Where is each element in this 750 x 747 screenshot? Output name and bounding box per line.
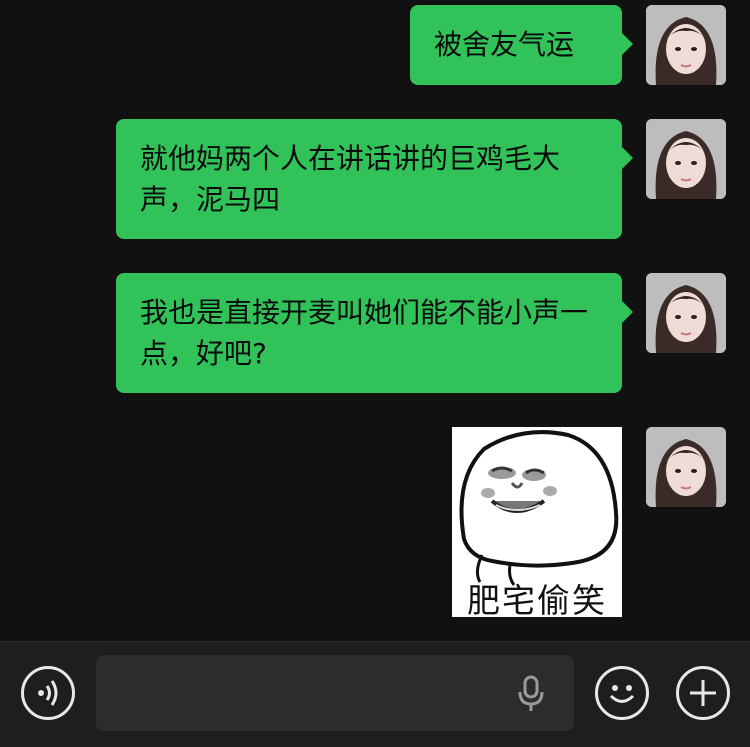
message-row: 肥宅偷笑 — [0, 427, 750, 617]
message-text: 我也是直接开麦叫她们能不能小声一点，好吧? — [140, 296, 589, 370]
message-row: 被舍友气运 — [0, 5, 750, 85]
message-text: 就他妈两个人在讲话讲的巨鸡毛大声，泥马四 — [140, 142, 561, 216]
sticker-caption: 肥宅偷笑 — [467, 581, 607, 618]
emoji-button[interactable] — [595, 666, 649, 720]
message-bubble[interactable]: 被舍友气运 — [410, 5, 633, 85]
input-toolbar — [0, 641, 750, 747]
avatar-image — [646, 273, 726, 353]
message-text: 被舍友气运 — [434, 28, 575, 61]
message-input[interactable] — [112, 655, 492, 731]
avatar[interactable] — [646, 119, 726, 199]
voice-mode-button[interactable] — [21, 666, 75, 720]
more-options-button[interactable] — [676, 666, 730, 720]
message-bubble[interactable]: 我也是直接开麦叫她们能不能小声一点，好吧? — [116, 273, 633, 393]
avatar-image — [646, 427, 726, 507]
avatar-image — [646, 5, 726, 85]
message-bubble[interactable]: 就他妈两个人在讲话讲的巨鸡毛大声，泥马四 — [116, 119, 633, 239]
avatar[interactable] — [646, 427, 726, 507]
sticker-message[interactable]: 肥宅偷笑 — [452, 427, 622, 617]
plus-icon — [690, 680, 716, 706]
avatar-image — [646, 119, 726, 199]
emoji-icon — [609, 685, 635, 703]
microphone-icon[interactable] — [516, 675, 546, 713]
message-row: 就他妈两个人在讲话讲的巨鸡毛大声，泥马四 — [0, 119, 750, 239]
laughing-blob-face-icon — [459, 430, 619, 586]
avatar[interactable] — [646, 5, 726, 85]
chat-area: 被舍友气运 就他妈两个人在讲话讲的巨鸡毛大声，泥马四 我也是直接开麦叫她们能不能… — [0, 0, 750, 641]
avatar[interactable] — [646, 273, 726, 353]
message-row: 我也是直接开麦叫她们能不能小声一点，好吧? — [0, 273, 750, 393]
voice-mode-icon — [38, 680, 58, 706]
message-input-box[interactable] — [96, 655, 574, 731]
